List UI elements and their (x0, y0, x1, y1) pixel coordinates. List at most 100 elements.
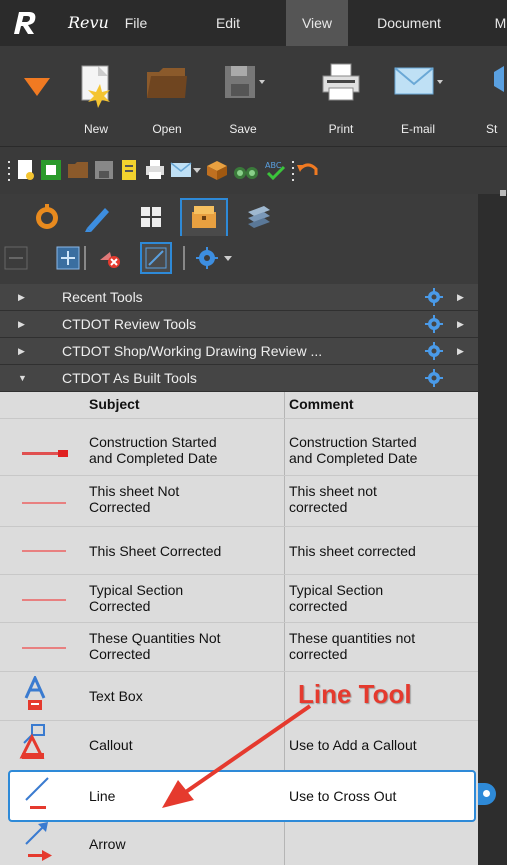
tool-chest-icon (192, 206, 216, 228)
row-comment: This sheet corrected (289, 543, 416, 559)
menu-view[interactable]: View (286, 0, 348, 46)
document-area-edge (478, 194, 507, 865)
row-subject: These Quantities Not Corrected (89, 630, 221, 662)
section-title: CTDOT As Built Tools (62, 370, 197, 386)
app-name: Revu (68, 13, 109, 32)
stamp-preview-icon (22, 599, 66, 601)
revu-logo-icon[interactable] (10, 8, 40, 38)
tool-chest-toolbar (0, 238, 478, 284)
row-comment: Construction Started and Completed Date (289, 434, 418, 466)
expand-arrow-icon: ▶ (18, 346, 25, 356)
new-button[interactable]: New (68, 56, 124, 140)
row-subject: This Sheet Corrected (89, 543, 222, 559)
menu-edit[interactable]: Edit (206, 0, 250, 46)
save-icon[interactable] (93, 159, 115, 181)
open-button[interactable]: Open (139, 56, 195, 140)
section-ctdot-shop-drawing-review[interactable]: ▶ CTDOT Shop/Working Drawing Review ... … (0, 338, 478, 365)
email-icon[interactable] (170, 159, 192, 181)
gear-icon[interactable] (424, 314, 444, 334)
print-label: Print (328, 122, 354, 136)
dropdown-arrow-icon[interactable] (192, 159, 202, 181)
print-icon (322, 63, 360, 101)
save-label: Save (229, 122, 257, 136)
row-subject: This sheet Not Corrected (89, 483, 180, 515)
layers-tab-icon[interactable] (238, 198, 280, 236)
stamp-preview-icon (22, 502, 66, 504)
splitter-handle[interactable] (500, 190, 506, 196)
section-ctdot-as-built-tools[interactable]: ▼ CTDOT As Built Tools (0, 365, 478, 392)
email-icon (394, 67, 443, 95)
toolbar-divider (183, 246, 185, 270)
expand-arrow-icon: ▶ (18, 319, 25, 329)
print-button[interactable]: Print (313, 56, 369, 140)
collapse-all-icon[interactable] (4, 246, 28, 270)
new-label: New (83, 122, 108, 136)
section-title: Recent Tools (62, 289, 143, 305)
save-icon (225, 66, 265, 98)
menu-file[interactable]: File (114, 0, 158, 46)
binoculars-icon[interactable] (232, 159, 260, 181)
menu-arrow-icon[interactable]: ▶ (457, 319, 464, 330)
callout-icon (19, 724, 45, 759)
stamp-preview-icon (22, 550, 66, 552)
quick-toolbar: ABC (0, 146, 507, 194)
section-ctdot-review-tools[interactable]: ▶ CTDOT Review Tools ▶ (0, 311, 478, 338)
ribbon: New Open Save Print E-mail St (0, 46, 507, 146)
new-document-icon (81, 65, 110, 108)
collapse-arrow-icon: ▼ (18, 373, 27, 383)
section-title: CTDOT Shop/Working Drawing Review ... (62, 343, 323, 359)
line-icon (25, 777, 49, 809)
comment-header[interactable]: Comment (289, 396, 354, 412)
dropdown-triangle-icon[interactable] (24, 78, 50, 98)
markup-pen-tab-icon[interactable] (75, 198, 117, 236)
section-title: CTDOT Review Tools (62, 316, 197, 332)
arrow-icon (25, 822, 52, 861)
settings-dropdown-icon[interactable] (223, 246, 233, 270)
spell-check-icon[interactable]: ABC (264, 159, 286, 181)
stamp-preview-icon (22, 450, 68, 457)
note-icon[interactable] (118, 159, 140, 181)
row-subject: Callout (89, 737, 133, 753)
print-icon[interactable] (144, 159, 166, 181)
snapshot-icon[interactable] (40, 159, 62, 181)
thumbnails-tab-icon[interactable] (130, 198, 172, 236)
row-subject: Construction Started and Completed Date (89, 434, 218, 466)
menu-arrow-icon[interactable]: ▶ (457, 346, 464, 357)
row-comment: Typical Section corrected (289, 582, 384, 614)
expand-all-icon[interactable] (56, 246, 80, 270)
edit-mode-button[interactable] (140, 242, 172, 274)
section-recent-tools[interactable]: ▶ Recent Tools ▶ (0, 284, 478, 311)
gear-icon[interactable] (424, 368, 444, 388)
gear-icon[interactable] (424, 287, 444, 307)
annotation-arrow-icon (162, 704, 312, 808)
package-icon[interactable] (206, 159, 228, 181)
subject-header[interactable]: Subject (89, 396, 140, 412)
stamp-label: St (486, 122, 498, 136)
save-button[interactable]: Save (215, 56, 271, 140)
text-box-icon (24, 676, 46, 710)
gear-icon[interactable] (424, 341, 444, 361)
new-icon[interactable] (15, 159, 37, 181)
menu-markup[interactable]: M (494, 0, 507, 46)
row-subject: Line (89, 788, 116, 804)
toolbar-grip-icon (8, 161, 10, 181)
stamp-button[interactable]: St (482, 56, 507, 140)
remove-tool-icon[interactable] (98, 246, 122, 270)
settings-gear-icon[interactable] (195, 246, 219, 270)
tool-chest-tab[interactable] (180, 198, 228, 236)
open-icon[interactable] (67, 159, 89, 181)
stamp-icon (494, 66, 504, 92)
undo-icon[interactable] (296, 159, 318, 181)
email-button[interactable]: E-mail (390, 56, 446, 140)
menu-document[interactable]: Document (364, 0, 454, 46)
row-subject: Arrow (89, 836, 126, 852)
menu-bar: Revu File Edit View Document M (0, 0, 507, 46)
properties-tab-icon[interactable] (26, 198, 68, 236)
open-folder-icon (147, 68, 187, 98)
stamp-preview-icon (22, 647, 66, 649)
edit-pen-icon (145, 247, 167, 269)
row-comment: This sheet not corrected (289, 483, 377, 515)
svg-text:ABC: ABC (265, 161, 282, 170)
menu-arrow-icon[interactable]: ▶ (457, 292, 464, 303)
email-label: E-mail (400, 122, 435, 136)
